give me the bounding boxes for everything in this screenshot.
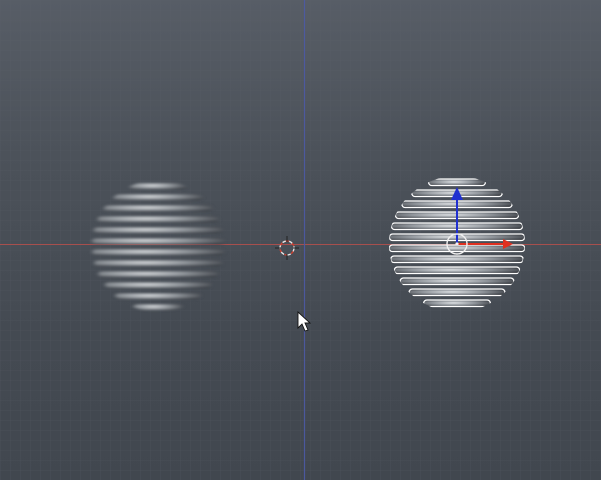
3d-viewport[interactable]: [0, 0, 601, 480]
viewport-canvas[interactable]: [0, 0, 601, 480]
